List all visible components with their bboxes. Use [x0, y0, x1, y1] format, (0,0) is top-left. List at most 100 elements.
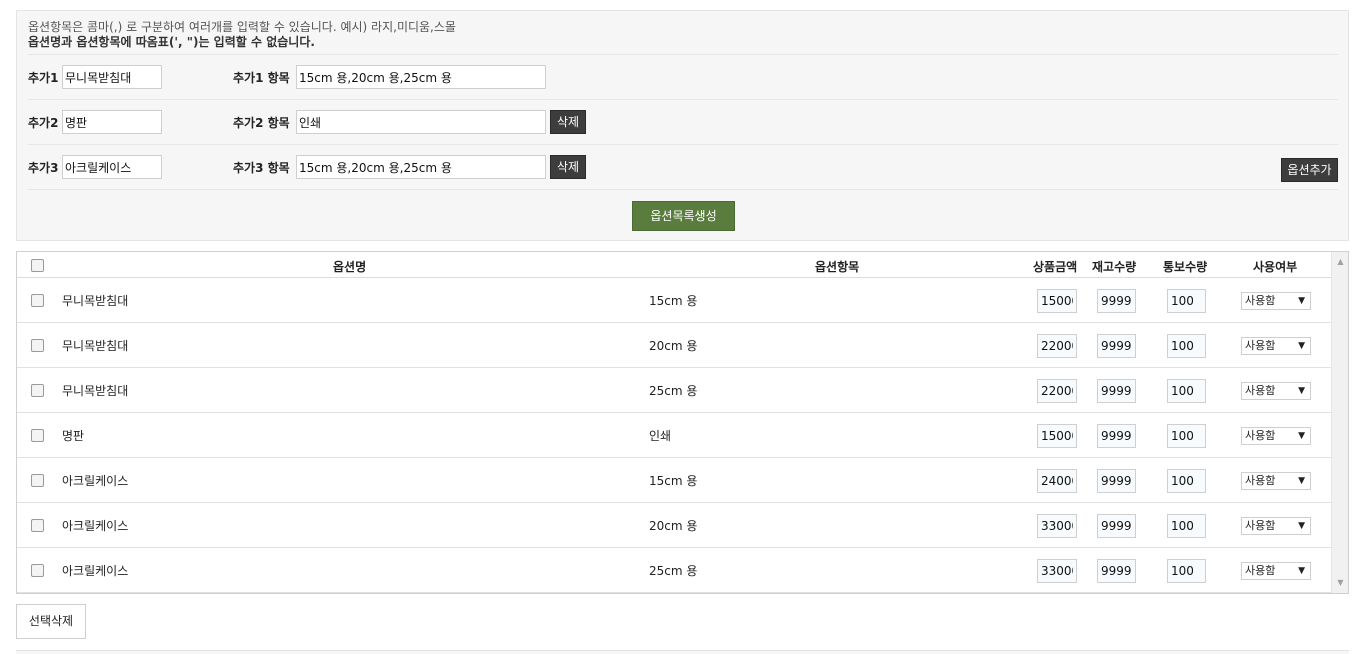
option-name-label: 추가2 — [28, 116, 59, 130]
option-row-3: 추가3 추가3 항목 삭제 — [28, 144, 1338, 189]
option-name-label: 추가3 — [28, 161, 59, 175]
use-select[interactable]: 사용함 ▼ — [1241, 517, 1311, 535]
notice-line-1: 옵션항목은 콤마(,) 로 구분하여 여러개를 입력할 수 있습니다. 예시) … — [28, 20, 456, 34]
stock-input[interactable] — [1097, 379, 1136, 403]
triangle-down-icon: ▼ — [1298, 341, 1305, 351]
row-option-item: 20cm 용 — [649, 339, 698, 353]
arrow-up-icon[interactable]: ▲ — [1332, 254, 1348, 270]
notice-line-2: 옵션명과 옵션항목에 따옴표(', ")는 입력할 수 없습니다. — [28, 35, 315, 49]
row-option-name: 아크릴케이스 — [62, 474, 129, 488]
row-option-name: 무니목받침대 — [62, 384, 129, 398]
header-use: 사용여부 — [1253, 260, 1298, 274]
option-row-1: 추가1 추가1 항목 — [28, 54, 1338, 99]
triangle-down-icon: ▼ — [1298, 566, 1305, 576]
triangle-down-icon: ▼ — [1298, 296, 1305, 306]
alert-qty-input[interactable] — [1167, 559, 1206, 583]
row-checkbox[interactable] — [31, 519, 44, 532]
option-settings-panel: 옵션항목은 콤마(,) 로 구분하여 여러개를 입력할 수 있습니다. 예시) … — [16, 10, 1349, 241]
triangle-down-icon: ▼ — [1298, 521, 1305, 531]
header-stock: 재고수량 — [1092, 260, 1137, 274]
option-items-input[interactable] — [296, 65, 546, 89]
price-input[interactable] — [1037, 334, 1077, 358]
stock-input[interactable] — [1097, 424, 1136, 448]
row-option-item: 20cm 용 — [649, 519, 698, 533]
stock-input[interactable] — [1097, 514, 1136, 538]
alert-qty-input[interactable] — [1167, 514, 1206, 538]
grid-header: 옵션명 옵션항목 상품금액 재고수량 통보수량 사용여부 — [17, 252, 1332, 278]
row-checkbox[interactable] — [31, 384, 44, 397]
option-items-input[interactable] — [296, 155, 546, 179]
price-input[interactable] — [1037, 514, 1077, 538]
delete-selected-button[interactable]: 선택삭제 — [16, 604, 86, 639]
table-row: 명판 인쇄 사용함 ▼ — [17, 413, 1332, 458]
option-items-input[interactable] — [296, 110, 546, 134]
use-select[interactable]: 사용함 ▼ — [1241, 292, 1311, 310]
price-input[interactable] — [1037, 379, 1077, 403]
use-select-value: 사용함 — [1245, 564, 1276, 577]
option-name-input[interactable] — [62, 110, 162, 134]
delete-option-button[interactable]: 삭제 — [550, 155, 586, 179]
option-name-input[interactable] — [62, 65, 162, 89]
use-select-value: 사용함 — [1245, 519, 1276, 532]
stock-input[interactable] — [1097, 289, 1136, 313]
use-select[interactable]: 사용함 ▼ — [1241, 427, 1311, 445]
alert-qty-input[interactable] — [1167, 469, 1206, 493]
row-option-name: 명판 — [62, 429, 85, 443]
use-select-value: 사용함 — [1245, 294, 1276, 307]
alert-qty-input[interactable] — [1167, 379, 1206, 403]
option-row-2: 추가2 추가2 항목 삭제 — [28, 99, 1338, 144]
use-select[interactable]: 사용함 ▼ — [1241, 562, 1311, 580]
row-checkbox[interactable] — [31, 429, 44, 442]
alert-qty-input[interactable] — [1167, 289, 1206, 313]
row-option-name: 무니목받침대 — [62, 339, 129, 353]
option-name-input[interactable] — [62, 155, 162, 179]
alert-qty-input[interactable] — [1167, 424, 1206, 448]
option-items-label: 추가3 항목 — [233, 161, 290, 175]
row-option-name: 아크릴케이스 — [62, 519, 129, 533]
alert-qty-input[interactable] — [1167, 334, 1206, 358]
table-row: 무니목받침대 25cm 용 사용함 ▼ — [17, 368, 1332, 413]
row-option-name: 아크릴케이스 — [62, 564, 129, 578]
triangle-down-icon: ▼ — [1298, 431, 1305, 441]
option-notice: 옵션항목은 콤마(,) 로 구분하여 여러개를 입력할 수 있습니다. 예시) … — [28, 20, 456, 50]
use-select-value: 사용함 — [1245, 339, 1276, 352]
stock-input[interactable] — [1097, 469, 1136, 493]
header-alert: 통보수량 — [1163, 260, 1208, 274]
row-checkbox[interactable] — [31, 564, 44, 577]
row-option-item: 15cm 용 — [649, 474, 698, 488]
option-items-label: 추가1 항목 — [233, 71, 290, 85]
table-row: 아크릴케이스 20cm 용 사용함 ▼ — [17, 503, 1332, 548]
delete-option-button[interactable]: 삭제 — [550, 110, 586, 134]
option-items-label: 추가2 항목 — [233, 116, 290, 130]
arrow-down-icon[interactable]: ▼ — [1332, 575, 1348, 591]
grid-scrollbar[interactable]: ▲ ▼ — [1331, 252, 1348, 593]
add-option-button[interactable]: 옵션추가 — [1281, 158, 1338, 182]
table-row: 무니목받침대 15cm 용 사용함 ▼ — [17, 278, 1332, 323]
row-checkbox[interactable] — [31, 474, 44, 487]
price-input[interactable] — [1037, 559, 1077, 583]
use-select[interactable]: 사용함 ▼ — [1241, 472, 1311, 490]
price-input[interactable] — [1037, 469, 1077, 493]
row-option-item: 인쇄 — [649, 429, 672, 443]
row-checkbox[interactable] — [31, 294, 44, 307]
use-select-value: 사용함 — [1245, 429, 1276, 442]
option-list-grid: 옵션명 옵션항목 상품금액 재고수량 통보수량 사용여부 무니목받침대 15cm… — [16, 251, 1349, 594]
select-all-checkbox[interactable] — [31, 259, 44, 272]
stock-input[interactable] — [1097, 559, 1136, 583]
table-row: 아크릴케이스 15cm 용 사용함 ▼ — [17, 458, 1332, 503]
option-divider — [28, 189, 1338, 190]
triangle-down-icon: ▼ — [1298, 476, 1305, 486]
table-row: 아크릴케이스 25cm 용 사용함 ▼ — [17, 548, 1332, 593]
row-checkbox[interactable] — [31, 339, 44, 352]
price-input[interactable] — [1037, 289, 1077, 313]
bottom-divider — [16, 650, 1349, 654]
row-option-item: 15cm 용 — [649, 294, 698, 308]
table-row: 무니목받침대 20cm 용 사용함 ▼ — [17, 323, 1332, 368]
generate-option-list-button[interactable]: 옵션목록생성 — [632, 201, 735, 231]
header-option-name: 옵션명 — [333, 260, 367, 274]
use-select[interactable]: 사용함 ▼ — [1241, 382, 1311, 400]
use-select-value: 사용함 — [1245, 474, 1276, 487]
use-select[interactable]: 사용함 ▼ — [1241, 337, 1311, 355]
stock-input[interactable] — [1097, 334, 1136, 358]
price-input[interactable] — [1037, 424, 1077, 448]
